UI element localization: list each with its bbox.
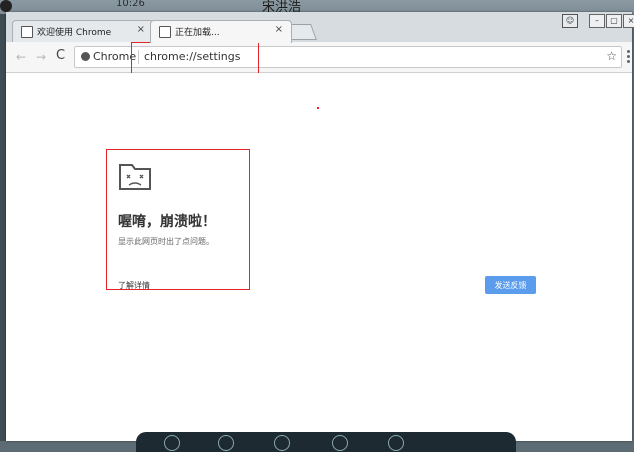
window-controls: ☺ – ▢ ×	[562, 14, 634, 28]
scheme-chip: Chrome	[93, 50, 137, 63]
tab-loading[interactable]: 正在加载... ×	[150, 20, 292, 43]
crash-highlight-box	[106, 149, 250, 290]
tab-title: 欢迎使用 Chrome	[37, 28, 112, 38]
clock-text: 10:26	[116, 0, 145, 9]
tab-close-icon[interactable]: ×	[137, 24, 145, 35]
page-favicon-icon	[159, 26, 171, 38]
minimize-button[interactable]: –	[589, 14, 605, 28]
red-dot	[317, 107, 319, 109]
dock-icon[interactable]	[164, 435, 180, 451]
back-icon[interactable]: ←	[16, 50, 26, 64]
dock-icon[interactable]	[388, 435, 404, 451]
dock-icon[interactable]	[332, 435, 348, 451]
tab-strip: ☺ – ▢ × 欢迎使用 Chrome × 正在加载... ×	[6, 12, 634, 43]
dock-icon[interactable]	[274, 435, 290, 451]
crash-page: 喔唷，崩溃啦！ 显示此网页时出了点问题。 了解详情 发送反馈	[6, 73, 632, 441]
avatar	[0, 0, 12, 12]
tab-title: 正在加载...	[175, 28, 220, 38]
maximize-button[interactable]: ▢	[606, 14, 622, 28]
tab-close-icon[interactable]: ×	[275, 24, 283, 35]
dock-icon[interactable]	[218, 435, 234, 451]
send-feedback-button[interactable]: 发送反馈	[485, 276, 536, 294]
reload-icon[interactable]: C	[56, 48, 65, 63]
forward-icon[interactable]: →	[36, 50, 46, 64]
page-favicon-icon	[21, 26, 33, 38]
chrome-logo-icon	[81, 52, 90, 61]
taskbar-dock	[136, 432, 516, 452]
tab-welcome[interactable]: 欢迎使用 Chrome ×	[12, 20, 154, 43]
toolbar: ← → C Chrome chrome://settings ☆	[6, 42, 632, 73]
close-window-button[interactable]: ×	[623, 14, 634, 28]
menu-icon[interactable]	[627, 50, 630, 65]
url-highlight-box	[131, 42, 259, 74]
profile-icon[interactable]: ☺	[562, 14, 578, 28]
bookmark-star-icon[interactable]: ☆	[606, 49, 617, 63]
chrome-window: ☺ – ▢ × 欢迎使用 Chrome × 正在加载... × ← → C Ch…	[6, 12, 634, 441]
